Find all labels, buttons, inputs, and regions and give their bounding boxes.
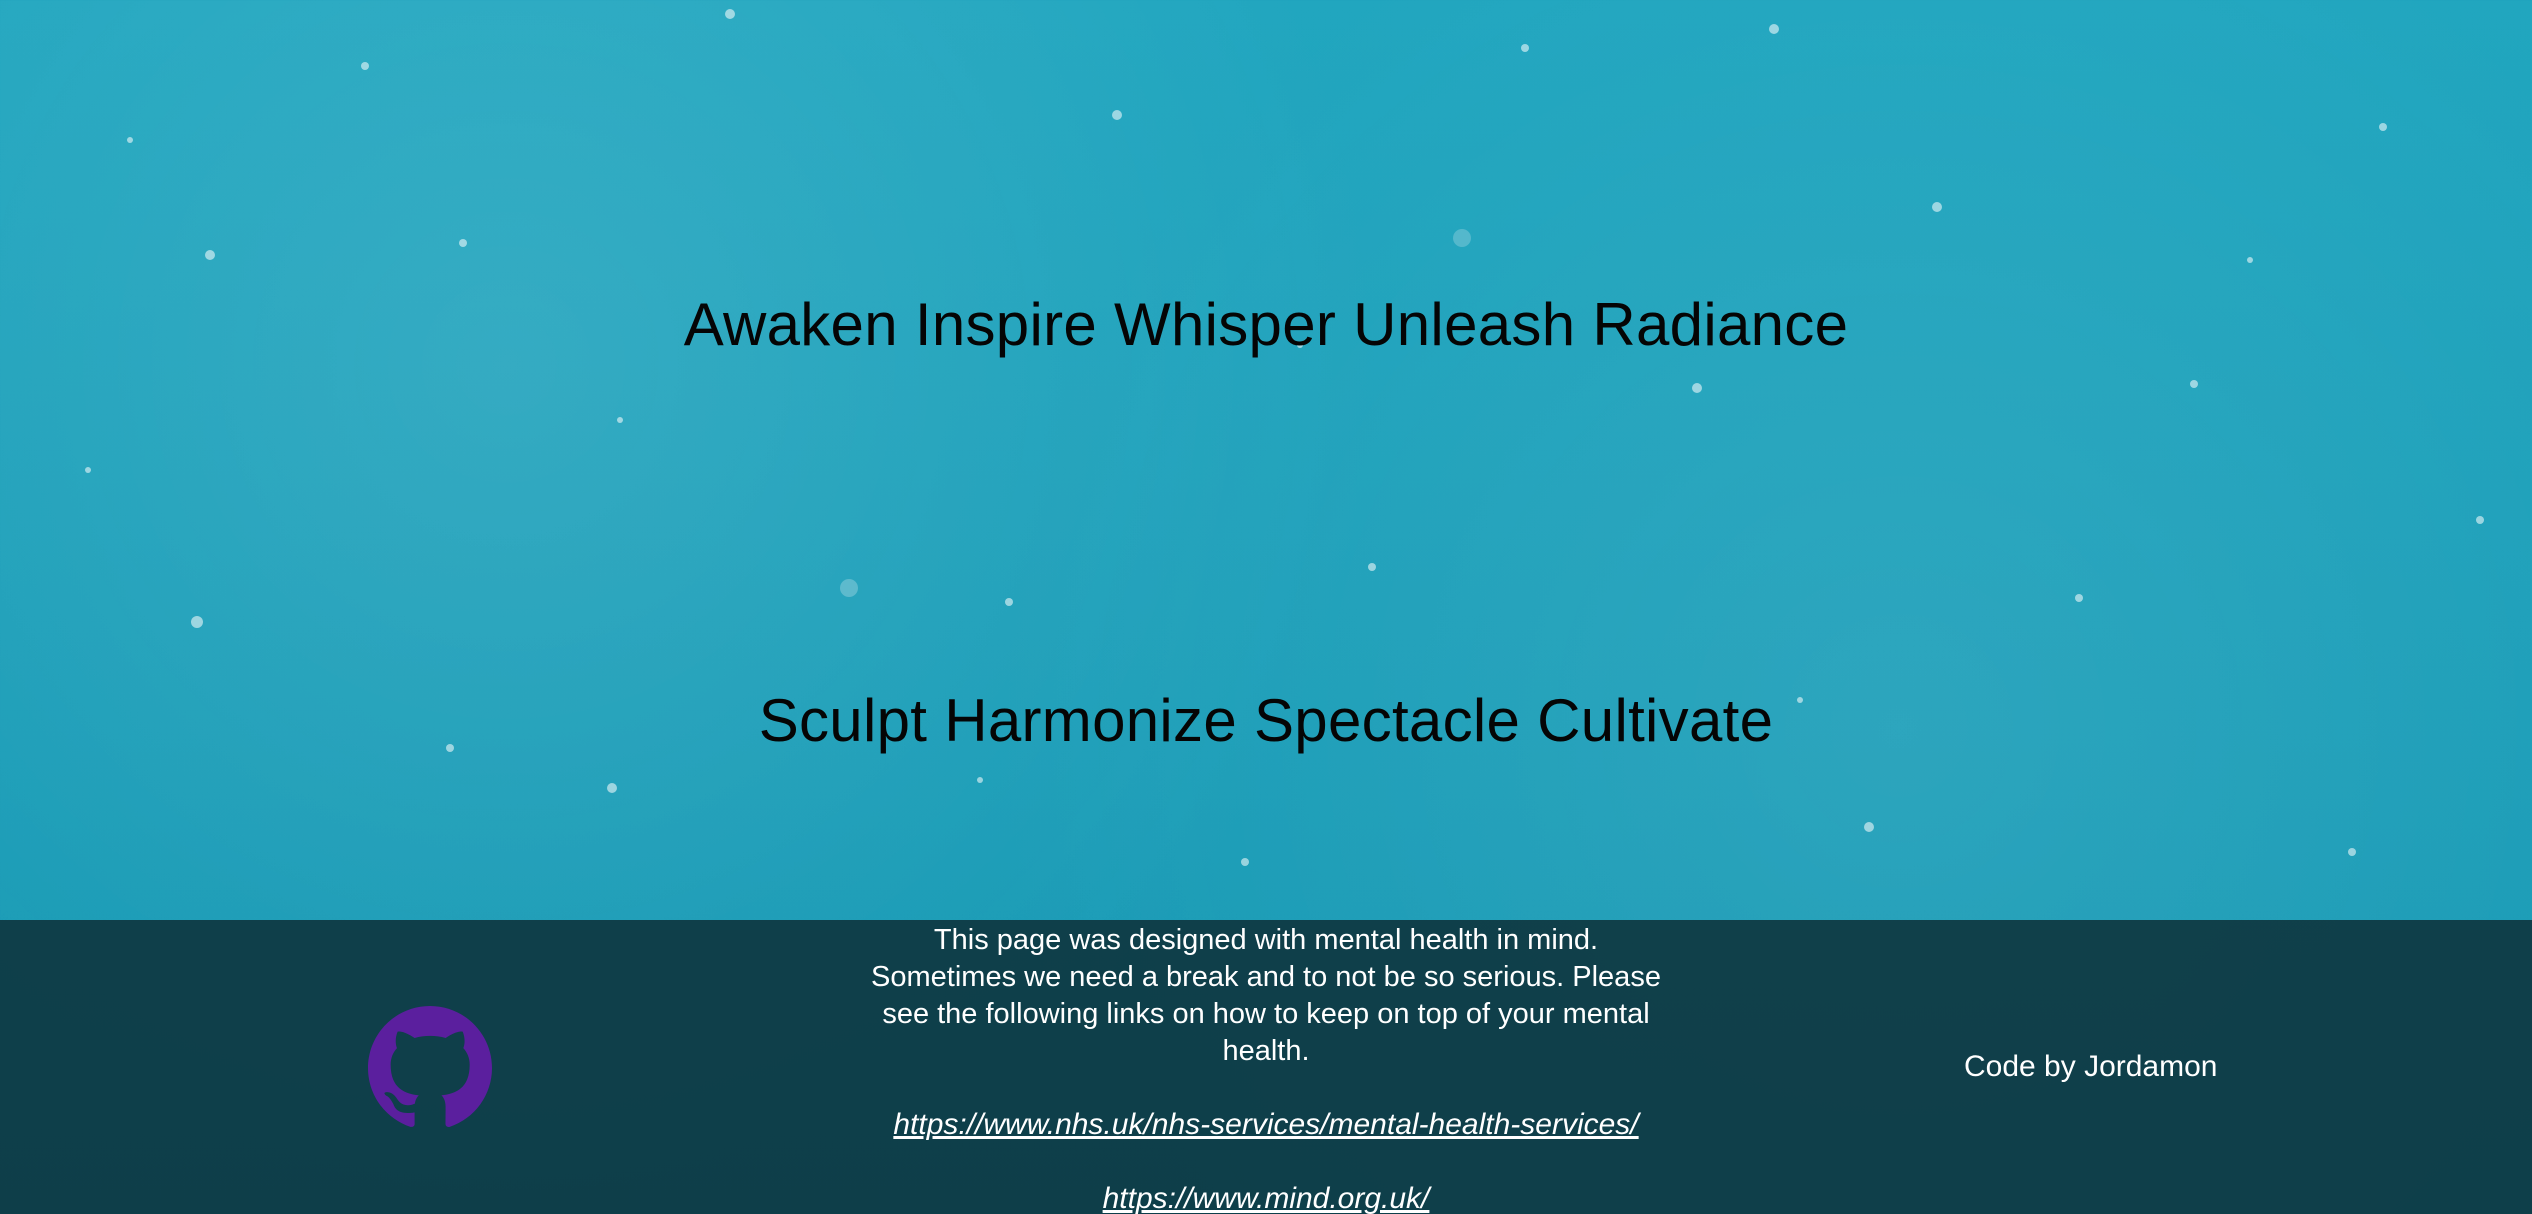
author-credit: Code by Jordamon xyxy=(1964,1050,2218,1083)
nhs-mental-health-link[interactable]: https://www.nhs.uk/nhs-services/mental-h… xyxy=(0,1106,2532,1144)
mind-link[interactable]: https://www.mind.org.uk/ xyxy=(0,1180,2532,1214)
mental-health-message: This page was designed with mental healt… xyxy=(871,924,1661,1067)
hero-heading-primary: Awaken Inspire Whisper Unleash Radiance xyxy=(683,291,1849,358)
site-footer: This page was designed with mental healt… xyxy=(0,920,2532,1214)
hero-heading-secondary: Sculpt Harmonize Spectacle Cultivate xyxy=(758,687,1774,754)
